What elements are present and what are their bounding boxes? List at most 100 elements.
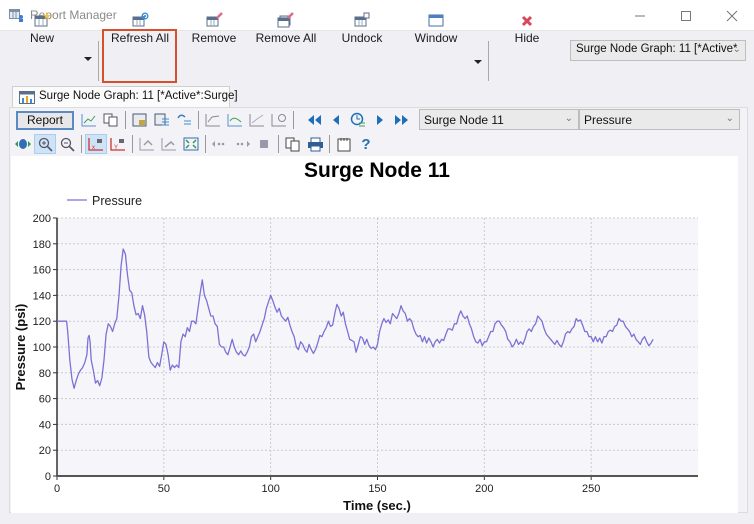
undock-button-label: Undock bbox=[341, 31, 383, 45]
undo-zoom-button[interactable] bbox=[136, 134, 158, 154]
toolbar-separator bbox=[132, 135, 133, 153]
clock-settings-icon bbox=[350, 112, 365, 127]
graph-selector-dropdown[interactable]: Surge Node Graph: 11 [*Active* ⌄ bbox=[570, 40, 746, 61]
copy-chart-button[interactable] bbox=[100, 110, 122, 130]
hide-button-label: Hide bbox=[514, 31, 540, 45]
time-chart-button[interactable] bbox=[268, 110, 290, 130]
last-frame-button[interactable] bbox=[391, 110, 413, 130]
y-tick-label: 20 bbox=[39, 445, 51, 457]
export-chart-button[interactable] bbox=[151, 110, 173, 130]
line-chart-icon bbox=[205, 114, 220, 127]
toolbar-separator bbox=[198, 111, 199, 129]
copy-icon bbox=[285, 137, 300, 151]
pan-hand-icon bbox=[15, 139, 31, 149]
variable-selector-value: Pressure bbox=[584, 113, 633, 127]
report-manager-app-icon bbox=[9, 9, 23, 22]
refresh-all-highlight bbox=[102, 29, 177, 83]
print-icon bbox=[307, 137, 323, 151]
node-selector-value: Surge Node 11 bbox=[424, 113, 504, 127]
notes-button[interactable] bbox=[333, 134, 355, 154]
pan-button[interactable] bbox=[12, 134, 34, 154]
copy-button[interactable] bbox=[282, 134, 304, 154]
undock-button[interactable]: Undock bbox=[338, 10, 386, 50]
window-button[interactable]: Window bbox=[412, 10, 460, 50]
zoom-out-button[interactable] bbox=[56, 134, 78, 154]
close-button[interactable] bbox=[709, 0, 754, 31]
help-button[interactable]: ? bbox=[355, 134, 377, 154]
tab-surge-node-graph[interactable]: Surge Node Graph: 11 [*Active*:Surge] bbox=[12, 86, 238, 107]
zoom-in-icon bbox=[38, 137, 53, 152]
remove-all-button[interactable]: Remove All bbox=[254, 10, 318, 50]
chevron-down-icon: ⌄ bbox=[725, 113, 734, 124]
new-dropdown-arrow[interactable] bbox=[84, 57, 92, 61]
step-back-icon bbox=[212, 141, 225, 147]
report-button[interactable]: Report bbox=[16, 110, 74, 130]
zoom-extents-icon bbox=[183, 137, 199, 151]
export-icon bbox=[154, 113, 169, 126]
x-tick-label: 150 bbox=[368, 483, 386, 495]
maximize-icon bbox=[681, 10, 691, 21]
time-chart-icon bbox=[271, 114, 286, 127]
x-tick-label: 250 bbox=[582, 483, 600, 495]
undo-settings-icon bbox=[177, 114, 191, 125]
y-axis-lock-button[interactable]: Y bbox=[107, 134, 129, 154]
stop-button[interactable] bbox=[253, 134, 275, 154]
scatter-chart-icon bbox=[249, 114, 264, 127]
area-chart-icon bbox=[227, 114, 242, 127]
chevron-down-icon: ⌄ bbox=[732, 44, 741, 55]
y-tick-label: 0 bbox=[45, 471, 51, 483]
graph-selector-value: Surge Node Graph: 11 [*Active* bbox=[576, 43, 738, 55]
scatter-chart-button[interactable] bbox=[246, 110, 268, 130]
rewind-icon bbox=[308, 115, 321, 125]
previous-frame-button[interactable] bbox=[325, 110, 347, 130]
clipboard-icon bbox=[337, 137, 351, 151]
toolbar-separator bbox=[329, 135, 330, 153]
chevron-down-icon: ⌄ bbox=[564, 113, 573, 124]
toolbar-separator bbox=[81, 135, 82, 153]
first-frame-button[interactable] bbox=[303, 110, 325, 130]
area-chart-button[interactable] bbox=[224, 110, 246, 130]
variable-selector-dropdown[interactable]: Pressure ⌄ bbox=[579, 109, 740, 130]
new-button[interactable]: New bbox=[30, 10, 54, 50]
x-tick-label: 50 bbox=[158, 483, 170, 495]
print-button[interactable] bbox=[304, 134, 326, 154]
y-tick-label: 120 bbox=[33, 316, 51, 328]
y-tick-label: 160 bbox=[33, 265, 51, 277]
y-tick-label: 100 bbox=[33, 342, 51, 354]
x-tick-label: 200 bbox=[475, 483, 493, 495]
toolbar-separator bbox=[293, 111, 294, 129]
chart-edit-icon bbox=[81, 114, 96, 127]
stop-icon bbox=[260, 140, 268, 148]
next-frame-button[interactable] bbox=[369, 110, 391, 130]
legend-label-pressure: Pressure bbox=[92, 194, 142, 208]
time-settings-button[interactable] bbox=[347, 110, 369, 130]
node-selector-dropdown[interactable]: Surge Node 11 ⌄ bbox=[419, 109, 579, 130]
chart-options-button[interactable] bbox=[78, 110, 100, 130]
new-report-icon bbox=[34, 12, 51, 27]
play-back-icon bbox=[333, 115, 339, 125]
save-chart-button[interactable] bbox=[129, 110, 151, 130]
zoom-extents-button[interactable] bbox=[180, 134, 202, 154]
step-forward-button[interactable] bbox=[231, 134, 253, 154]
zoom-in-button[interactable] bbox=[34, 134, 56, 154]
reset-chart-button[interactable] bbox=[173, 110, 195, 130]
tab-label: Surge Node Graph: 11 [*Active*:Surge] bbox=[39, 90, 238, 102]
y-axis-label: Pressure (psi) bbox=[13, 304, 28, 391]
step-back-button[interactable] bbox=[209, 134, 231, 154]
pressure-chart: 0 20 40 60 80 100 120 140 160 180 200 0 50 100 150 200 2… bbox=[13, 159, 698, 513]
chart-area: 0 20 40 60 80 100 120 140 160 180 200 0 50 100 150 200 2… bbox=[11, 156, 738, 513]
x-axis-lock-button[interactable]: x bbox=[85, 134, 107, 154]
hide-button[interactable]: Hide bbox=[510, 10, 544, 50]
minimize-button[interactable] bbox=[617, 0, 663, 31]
window-icon bbox=[428, 14, 444, 27]
line-chart-button[interactable] bbox=[202, 110, 224, 130]
new-button-label: New bbox=[30, 31, 55, 45]
remove-button[interactable]: Remove bbox=[190, 10, 238, 50]
window-dropdown-arrow[interactable] bbox=[474, 60, 482, 64]
maximize-button[interactable] bbox=[663, 0, 709, 31]
ribbon-separator bbox=[488, 41, 489, 81]
copy-icon bbox=[103, 113, 118, 127]
redo-zoom-button[interactable] bbox=[158, 134, 180, 154]
svg-text:Y: Y bbox=[114, 145, 118, 151]
graph-toolbar-row-1: Report bbox=[12, 109, 413, 131]
